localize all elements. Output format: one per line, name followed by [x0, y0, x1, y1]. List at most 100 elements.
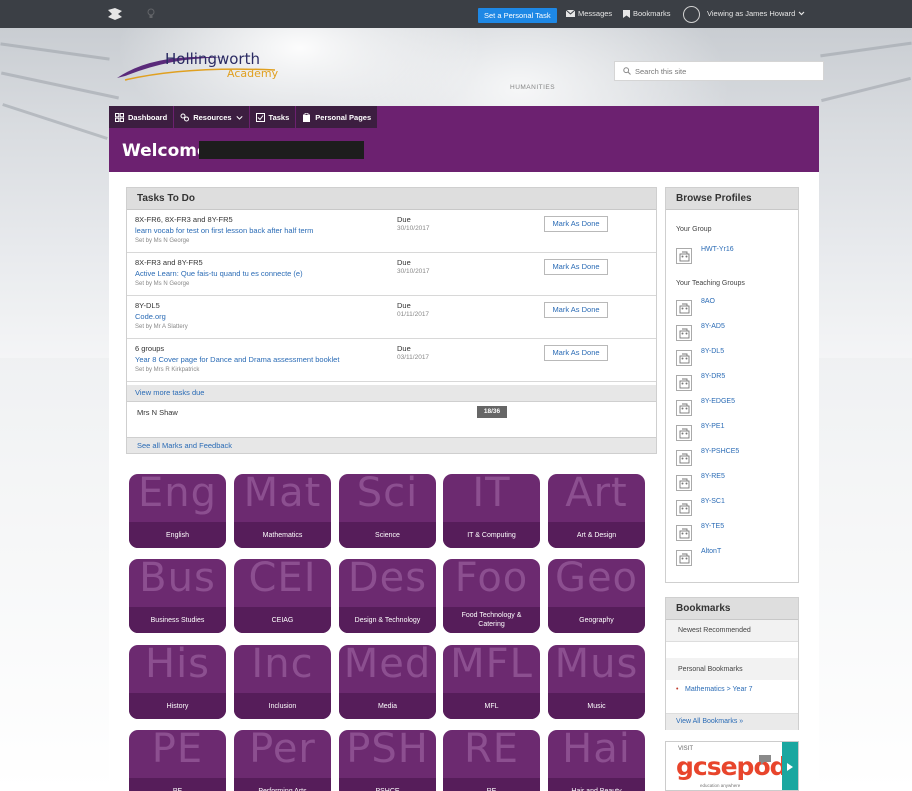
subject-tile[interactable]: Hai Hair and Beauty	[548, 730, 645, 791]
subject-name: Performing Arts	[234, 778, 331, 791]
task-due-label: Due	[397, 258, 411, 267]
bookmarks-heading: Bookmarks	[666, 598, 798, 620]
view-all-bookmarks-link[interactable]: View All Bookmarks »	[666, 713, 798, 730]
messages-link[interactable]: Messages	[566, 9, 612, 18]
group-icon	[676, 375, 692, 391]
group-icon	[676, 300, 692, 316]
browse-profiles-heading: Browse Profiles	[666, 188, 798, 210]
subject-name: English	[129, 522, 226, 548]
subject-tile[interactable]: Bus Business Studies	[129, 559, 226, 633]
subject-tile[interactable]: Med Media	[339, 645, 436, 719]
viewing-as-label: Viewing as James Howard	[707, 9, 796, 18]
subject-tile[interactable]: CEI CEIAG	[234, 559, 331, 633]
subject-tile[interactable]: Inc Inclusion	[234, 645, 331, 719]
profile-group-name: 8Y-DR5	[701, 373, 726, 380]
avatar[interactable]	[683, 6, 700, 23]
task-due-date: 03/11/2017	[397, 354, 430, 361]
school-logo[interactable]: Hollingworth Academy	[115, 48, 285, 84]
speech-bubble-icon	[759, 755, 771, 765]
personal-bookmarks-row: Personal Bookmarks	[666, 658, 798, 680]
group-icon	[676, 525, 692, 541]
user-menu[interactable]: Viewing as James Howard	[707, 9, 805, 18]
subject-name: MFL	[443, 693, 540, 719]
subject-name: Business Studies	[129, 607, 226, 633]
grid-icon	[115, 112, 124, 122]
lightbulb-icon[interactable]	[147, 8, 155, 20]
subject-tile[interactable]: RE RE	[443, 730, 540, 791]
bookmarks-link[interactable]: Bookmarks	[623, 9, 671, 18]
set-personal-task-button[interactable]: Set a Personal Task	[478, 8, 557, 23]
task-groups: 8Y-DL5	[135, 301, 160, 310]
mark-as-done-button[interactable]: Mark As Done	[544, 345, 608, 361]
nav-resources[interactable]: Resources	[174, 106, 250, 128]
nav-dashboard-label: Dashboard	[128, 112, 168, 122]
subject-abbreviation: IT	[472, 474, 511, 516]
subject-tile[interactable]: Foo Food Technology & Catering	[443, 559, 540, 633]
nav-personal-pages[interactable]: Personal Pages	[296, 106, 379, 128]
marks-row: Mrs N Shaw 18/36	[126, 402, 657, 438]
search-icon	[623, 67, 631, 75]
task-groups: 8X-FR6, 8X-FR3 and 8Y-FR5	[135, 215, 233, 224]
subject-tile[interactable]: MFL MFL	[443, 645, 540, 719]
newest-recommended-label: Newest Recommended	[678, 627, 751, 634]
subject-tile[interactable]: Mat Mathematics	[234, 474, 331, 548]
task-title-link[interactable]: Active Learn: Que fais-tu quand tu es co…	[135, 269, 303, 278]
search-input[interactable]: Search this site	[614, 61, 824, 81]
group-icon	[676, 350, 692, 366]
task-title-link[interactable]: Code.org	[135, 312, 166, 321]
ad-tagline: education anywhere	[700, 783, 741, 788]
subject-tile[interactable]: PE PE	[129, 730, 226, 791]
mark-as-done-button[interactable]: Mark As Done	[544, 259, 608, 275]
subject-tile[interactable]: Des Design & Technology	[339, 559, 436, 633]
task-groups: 8X-FR3 and 8Y-FR5	[135, 258, 203, 267]
redacted-name	[199, 141, 364, 159]
teaching-groups-label: Your Teaching Groups	[676, 280, 745, 287]
view-more-tasks-link[interactable]: View more tasks due	[127, 385, 656, 401]
nav-resources-label: Resources	[193, 112, 232, 122]
subject-tile[interactable]: Art Art & Design	[548, 474, 645, 548]
subject-tile[interactable]: Mus Music	[548, 645, 645, 719]
bullet-icon: •	[676, 686, 679, 693]
background-sign: HUMANITIES	[510, 84, 556, 91]
view-all-bookmarks-label: View All Bookmarks »	[676, 718, 744, 725]
subject-abbreviation: Hai	[562, 730, 631, 772]
task-title-link[interactable]: learn vocab for test on first lesson bac…	[135, 226, 313, 235]
subject-tile[interactable]: Eng English	[129, 474, 226, 548]
subject-tile[interactable]: Per Performing Arts	[234, 730, 331, 791]
subject-abbreviation: CEI	[248, 559, 317, 601]
subject-tile[interactable]: Geo Geography	[548, 559, 645, 633]
mark-as-done-button[interactable]: Mark As Done	[544, 216, 608, 232]
site-logo-icon[interactable]	[106, 7, 124, 21]
see-all-marks-link[interactable]: See all Marks and Feedback	[126, 438, 657, 454]
subject-tile[interactable]: IT IT & Computing	[443, 474, 540, 548]
subject-tile[interactable]: His History	[129, 645, 226, 719]
nav-tasks[interactable]: Tasks	[249, 106, 297, 128]
gcsepod-ad[interactable]: VISIT gcsepod education anywhere	[665, 741, 799, 791]
profile-group-name: HWT-Yr16	[701, 246, 734, 253]
ad-arrow-strip	[782, 742, 798, 790]
personal-bookmarks-label: Personal Bookmarks	[678, 666, 743, 673]
task-groups: 6 groups	[135, 344, 165, 353]
subject-name: Music	[548, 693, 645, 719]
task-title-link[interactable]: Year 8 Cover page for Dance and Drama as…	[135, 355, 339, 364]
subject-name: IT & Computing	[443, 522, 540, 548]
task-due-date: 01/11/2017	[397, 311, 430, 318]
subject-abbreviation: Geo	[554, 559, 639, 601]
nav-dashboard[interactable]: Dashboard	[109, 106, 175, 128]
clipboard-icon	[303, 112, 311, 122]
task-row: 8Y-DL5 Code.org Set by Mr A Slattery Due…	[127, 296, 656, 339]
mark-as-done-button[interactable]: Mark As Done	[544, 302, 608, 318]
chevron-down-icon	[798, 11, 805, 16]
subject-abbreviation: PSH	[346, 730, 429, 772]
marks-score-badge: 18/36	[477, 406, 507, 418]
subject-abbreviation: Inc	[251, 645, 314, 687]
newest-recommended-row[interactable]: Newest Recommended	[666, 620, 798, 642]
bookmark-item[interactable]: • Mathematics > Year 7	[666, 686, 798, 698]
subject-tile[interactable]: PSH PSHCE	[339, 730, 436, 791]
task-row: 6 groups Year 8 Cover page for Dance and…	[127, 339, 656, 382]
subject-name: RE	[443, 778, 540, 791]
subject-tile[interactable]: Sci Science	[339, 474, 436, 548]
subject-abbreviation: Des	[347, 559, 428, 601]
profile-group-name: 8Y-DL5	[701, 348, 725, 355]
bookmark-icon	[623, 9, 630, 18]
